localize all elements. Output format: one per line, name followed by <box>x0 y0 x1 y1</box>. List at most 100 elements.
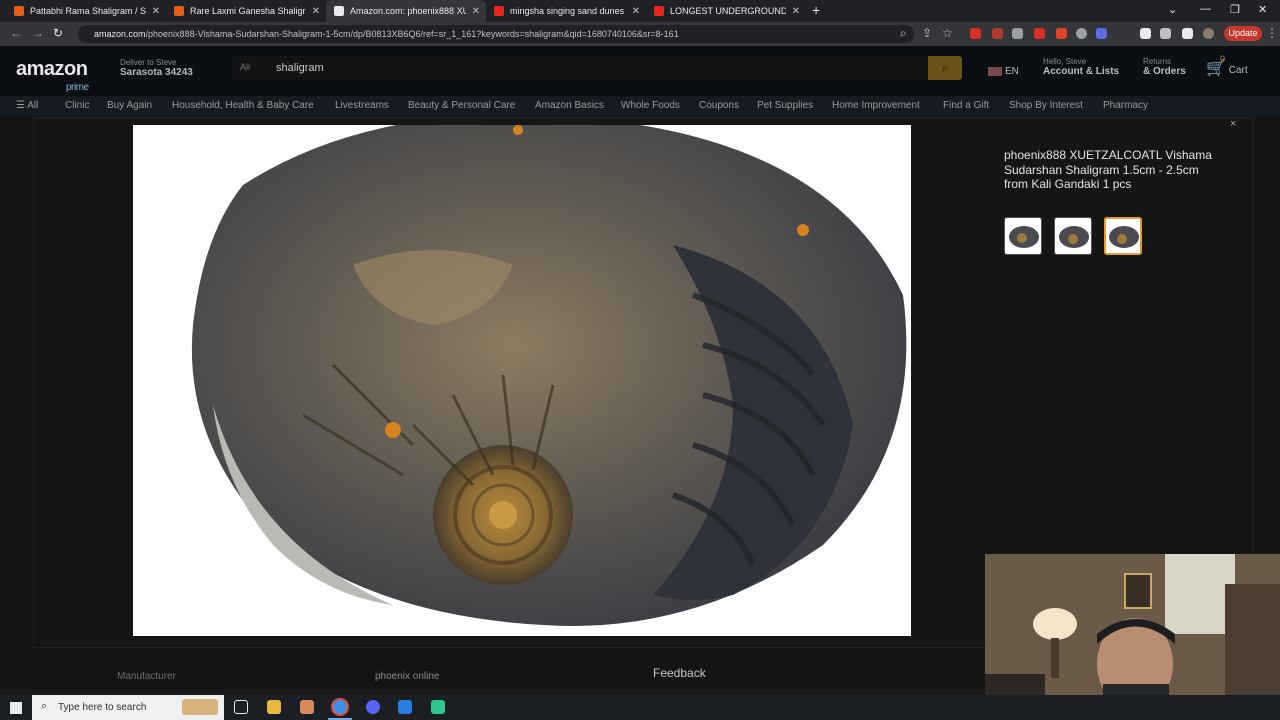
tab-title: Rare Laxmi Ganesha Shaligram G <box>190 6 306 16</box>
app-icon[interactable] <box>398 700 412 714</box>
account-lists[interactable]: Hello, Steve Account & Lists <box>1043 57 1119 77</box>
tab-longest-underground[interactable]: LONGEST UNDERGROUND RI ✕ <box>646 0 806 22</box>
extension-icon[interactable] <box>1056 28 1067 39</box>
search-icon: ⌕ <box>41 700 48 712</box>
feedback-link[interactable]: Feedback <box>653 666 706 680</box>
reading-list-icon[interactable] <box>1160 28 1171 39</box>
extension-icon[interactable] <box>992 28 1003 39</box>
profile-avatar[interactable] <box>1203 28 1214 39</box>
windows-start-icon[interactable] <box>10 702 22 714</box>
tab-close-icon[interactable]: ✕ <box>312 6 320 17</box>
nav-clinic[interactable]: Clinic <box>65 100 89 111</box>
new-tab-button[interactable]: + <box>812 2 820 18</box>
tab-close-icon[interactable]: ✕ <box>472 6 480 17</box>
deliver-line1: Deliver to Steve <box>120 58 177 67</box>
thumbnail-3-selected[interactable] <box>1104 217 1142 255</box>
tab-title: Amazon.com: phoenix888 XUET <box>350 6 466 16</box>
extensions-puzzle-icon[interactable] <box>1140 28 1151 39</box>
nav-all[interactable]: ☰ All <box>16 100 38 111</box>
search-input[interactable]: shaligram <box>276 62 324 74</box>
extension-icon[interactable] <box>1076 28 1087 39</box>
nav-pharmacy[interactable]: Pharmacy <box>1103 100 1148 111</box>
forward-arrow-icon[interactable]: → <box>32 26 44 40</box>
search-category-select[interactable]: All <box>240 62 250 72</box>
menu-dots-icon[interactable]: ⋮ <box>1266 26 1278 40</box>
discord-icon[interactable] <box>366 700 380 714</box>
nav-shop-by-interest[interactable]: Shop By Interest <box>1009 100 1083 111</box>
tab-pattabhi[interactable]: Pattabhi Rama Shaligram / Sapta ✕ <box>6 0 166 22</box>
url-field[interactable]: amazon.com/phoenix888-Vishama-Sudarshan-… <box>78 25 914 43</box>
tab-search-chevron-icon[interactable]: ⌄ <box>1168 3 1177 16</box>
extension-icon[interactable] <box>1012 28 1023 39</box>
returns-orders[interactable]: Returns & Orders <box>1143 57 1186 77</box>
tab-amazon-active[interactable]: Amazon.com: phoenix888 XUET ✕ <box>326 0 486 22</box>
etsy-favicon-icon <box>14 6 24 16</box>
nav-beauty[interactable]: Beauty & Personal Care <box>408 100 515 111</box>
side-panel-icon[interactable] <box>1182 28 1193 39</box>
restore-button[interactable]: ❐ <box>1230 3 1240 16</box>
nav-whole-foods[interactable]: Whole Foods <box>621 100 680 111</box>
youtube-favicon-icon <box>654 6 664 16</box>
product-main-image[interactable] <box>133 125 911 636</box>
thumbnail-2[interactable] <box>1054 217 1092 255</box>
deliver-to[interactable]: Deliver to Steve Sarasota 34243 <box>120 58 193 78</box>
close-window-button[interactable]: ✕ <box>1258 3 1267 16</box>
extension-icon[interactable] <box>1034 28 1045 39</box>
language-selector[interactable]: EN <box>988 66 1019 77</box>
bookmark-star-icon[interactable]: ☆ <box>942 26 953 40</box>
tab-close-icon[interactable]: ✕ <box>792 6 800 17</box>
update-button[interactable]: Update <box>1224 26 1262 41</box>
nav-find-a-gift[interactable]: Find a Gift <box>943 100 989 111</box>
minimize-button[interactable]: — <box>1200 3 1211 15</box>
back-arrow-icon[interactable]: ← <box>10 26 22 40</box>
tab-close-icon[interactable]: ✕ <box>632 6 640 17</box>
language-label: EN <box>1005 66 1019 77</box>
amazon-header: amazon prime Deliver to Steve Sarasota 3… <box>0 46 1280 96</box>
taskbar-search-placeholder: Type here to search <box>58 702 147 713</box>
search-highlight-icon <box>182 699 218 715</box>
thumbnail-image <box>1059 226 1089 248</box>
amazon-favicon-icon <box>334 6 344 16</box>
app-icon[interactable] <box>300 700 314 714</box>
amazon-logo[interactable]: amazon prime <box>16 58 89 93</box>
tab-mingsha[interactable]: mingsha singing sand dunes - Yo ✕ <box>486 0 646 22</box>
task-view-icon[interactable] <box>234 700 248 714</box>
category-nav: ☰ All Clinic Buy Again Household, Health… <box>0 96 1280 116</box>
account-line2: Account & Lists <box>1043 66 1120 77</box>
returns-line2: & Orders <box>1143 66 1186 77</box>
taskbar-search-input[interactable]: ⌕ Type here to search <box>32 695 224 720</box>
modal-close-button[interactable]: × <box>1230 118 1236 130</box>
nav-home-improvement[interactable]: Home Improvement <box>832 100 920 111</box>
browser-tab-bar: Pattabhi Rama Shaligram / Sapta ✕ Rare L… <box>0 0 1280 22</box>
reload-icon[interactable]: ↻ <box>53 26 63 40</box>
url-path: /phoenix888-Vishama-Sudarshan-Shaligram-… <box>145 29 679 39</box>
tab-title: mingsha singing sand dunes - Yo <box>510 6 626 16</box>
logo-prime: prime <box>66 82 89 93</box>
modal-product-title: phoenix888 XUETZALCOATL Vishama Sudarsha… <box>1004 148 1212 192</box>
logo-text: amazon <box>16 58 88 80</box>
extension-icon[interactable] <box>1096 28 1107 39</box>
tab-laxmi-ganesha[interactable]: Rare Laxmi Ganesha Shaligram G ✕ <box>166 0 326 22</box>
thumbnail-image <box>1109 226 1139 248</box>
url-domain: amazon.com <box>94 29 146 39</box>
tab-close-icon[interactable]: ✕ <box>152 6 160 17</box>
manufacturer-label: Manufacturer <box>117 671 176 682</box>
nav-household[interactable]: Household, Health & Baby Care <box>172 100 314 111</box>
nav-pet-supplies[interactable]: Pet Supplies <box>757 100 813 111</box>
nav-buy-again[interactable]: Buy Again <box>107 100 152 111</box>
cart-button[interactable]: 🛒 0 Cart <box>1206 54 1248 78</box>
app-icon[interactable] <box>431 700 445 714</box>
thumbnail-1[interactable] <box>1004 217 1042 255</box>
nav-livestreams[interactable]: Livestreams <box>335 100 389 111</box>
zoom-icon[interactable]: ⌕ <box>900 26 907 41</box>
search-button[interactable]: ⌕ <box>928 56 962 80</box>
nav-coupons[interactable]: Coupons <box>699 100 739 111</box>
youtube-favicon-icon <box>494 6 504 16</box>
share-icon[interactable]: ⇪ <box>922 26 932 40</box>
search-bar[interactable]: All shaligram <box>232 56 962 80</box>
chrome-icon[interactable] <box>333 700 347 714</box>
file-explorer-icon[interactable] <box>267 700 281 714</box>
nav-amazon-basics[interactable]: Amazon Basics <box>535 100 604 111</box>
extension-icon[interactable] <box>970 28 981 39</box>
us-flag-icon <box>988 66 1002 76</box>
